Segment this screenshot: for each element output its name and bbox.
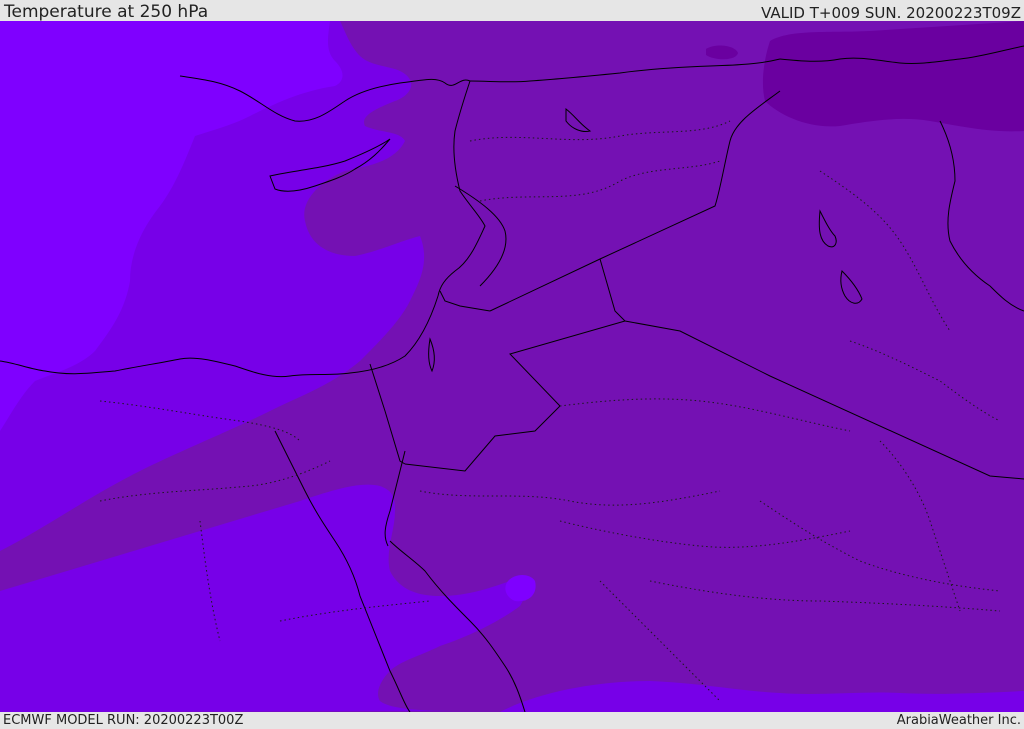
title-bar: Temperature at 250 hPa VALID T+009 SUN. … [0,0,1024,22]
band-coolest [762,21,1024,132]
map-title: Temperature at 250 hPa [4,2,209,22]
credit-label: ArabiaWeather Inc. [896,713,1021,728]
model-run-label: ECMWF MODEL RUN: 20200223T00Z [3,713,244,728]
temperature-map [0,21,1024,712]
footer-bar: ECMWF MODEL RUN: 20200223T00Z ArabiaWeat… [0,712,1024,729]
map-panel [0,21,1024,712]
